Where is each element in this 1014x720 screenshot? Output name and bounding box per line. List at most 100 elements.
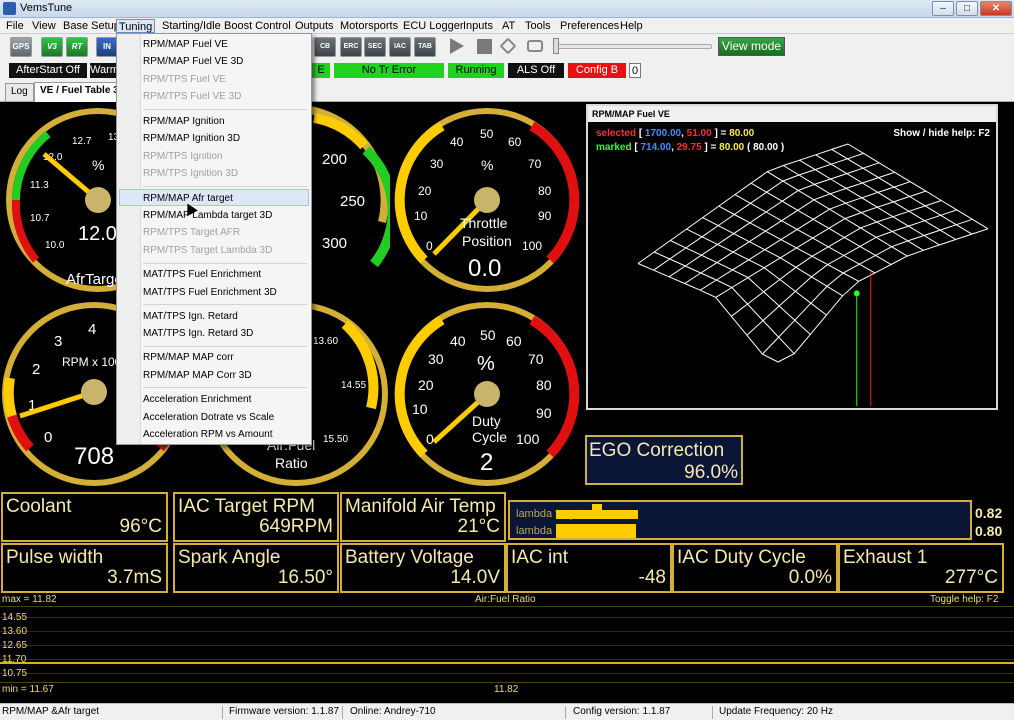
tick-label: 0 [426,239,433,253]
playback-slider[interactable] [556,44,712,49]
mat-label: Manifold Air Temp [345,496,496,517]
lambda-target-marker [592,504,602,510]
menu-item-rpm-tps-ignition-3d: RPM/TPS Ignition 3D [143,168,239,179]
status-divider [342,706,343,719]
tick-label: 70 [528,351,544,367]
minimize-button[interactable]: – [932,1,954,16]
graph-header: max = 11.82 Air:Fuel Ratio Toggle help: … [0,593,1014,607]
rt-button[interactable]: RT [66,37,88,57]
spark-angle-value: 16.50° [277,567,333,588]
tick-label: 60 [508,135,522,149]
tick-label: 90 [538,209,552,223]
gauge-title-line1: Duty [472,413,501,429]
needle-hub [474,187,500,213]
battery-voltage-box: Battery Voltage 14.0V [340,543,506,593]
menu-item-rpm-map-afr-target[interactable]: RPM/MAP Afr target [119,189,309,206]
stop-icon[interactable] [477,39,492,54]
lambda-bar-box: lambda target lambda [508,500,972,540]
menu-item-rpm-map-map-corr-3d[interactable]: RPM/MAP MAP Corr 3D [143,367,309,384]
tick-label: 4 [88,321,96,338]
cb-button[interactable]: CB [314,37,336,57]
menu-item-rpm-tps-target-afr: RPM/TPS Target AFR [143,227,241,238]
record-icon[interactable] [527,40,543,52]
afterstart-indicator: AfterStart Off [9,63,87,78]
tick-label: 15.50 [323,434,348,445]
menu-item-mat-tps-ign-retard-3d[interactable]: MAT/TPS Ign. Retard 3D [143,325,309,342]
tick-label: 30 [430,157,444,171]
menu-item-rpm-map-lambda-target-3d[interactable]: RPM/MAP Lambda target 3D [143,207,309,224]
menu-starting-idle[interactable]: Starting/Idle [162,19,221,33]
graph-footer: min = 11.67 11.82 [0,682,1014,696]
iac-button[interactable]: IAC [389,37,411,57]
mesh-row-line [762,218,973,355]
grid-line [0,645,1014,646]
menu-ecu-logger[interactable]: ECU Logger [403,19,464,33]
tab-log[interactable]: Log [5,83,34,101]
menu-view[interactable]: View [32,19,56,33]
menu-item-acceleration-dotrate[interactable]: Acceleration Dotrate vs Scale [143,409,309,426]
in-ecu-button[interactable]: IN ECU [96,37,118,69]
menu-base-setup[interactable]: Base Setup [63,19,120,33]
erc-button[interactable]: ERC [340,37,362,57]
coolant-value: 96°C [119,516,162,537]
menu-tuning[interactable]: Tuning [116,19,156,33]
iac-target-rpm-box: IAC Target RPM 649RPM [173,492,339,542]
ve-3d-mesh[interactable] [588,122,996,408]
gps-button[interactable]: GPS [10,37,32,57]
battery-value: 14.0V [450,567,500,588]
y-tick: 13.60 [2,626,28,637]
tab-ve-fuel-table[interactable]: VE / Fuel Table 3 [34,82,125,102]
sec-button[interactable]: SEC [364,37,386,57]
menu-item-rpm-map-ignition[interactable]: RPM/MAP Ignition [143,113,309,130]
v3-button[interactable]: V3 [41,37,63,57]
config-indicator: Config B [568,63,626,78]
menu-tools[interactable]: Tools [525,19,551,33]
spark-angle-box: Spark Angle 16.50° [173,543,339,593]
menu-item-rpm-map-fuel-ve-3d[interactable]: RPM/MAP Fuel VE 3D [143,53,309,70]
menu-item-acceleration-enrichment[interactable]: Acceleration Enrichment [143,391,309,408]
yellow-zone [3,377,17,418]
tick-label: 40 [450,135,464,149]
ego-label: EGO Correction [589,440,725,461]
menu-boost-control[interactable]: Boost Control [224,19,291,33]
status-config-version: Config version: 1.1.87 [573,706,671,717]
lambda-actual-value: 0.80 [975,523,1003,539]
ve-3d-panel[interactable]: RPM/MAP Fuel VE selected [ 1700.00, 51.0… [586,104,998,410]
menu-item-mat-tps-ign-retard[interactable]: MAT/TPS Ign. Retard [143,308,309,325]
afr-trace [0,662,1014,664]
menu-item-rpm-map-ignition-3d[interactable]: RPM/MAP Ignition 3D [143,130,309,147]
menu-item-mat-tps-fuel-enrichment[interactable]: MAT/TPS Fuel Enrichment [143,266,309,283]
menu-inputs[interactable]: Inputs [463,19,493,33]
lambda-actual-bar [556,524,636,538]
menu-file[interactable]: File [6,19,24,33]
running-indicator: Running On [448,63,504,91]
view-mode-button[interactable]: View mode [718,37,785,56]
menu-item-rpm-map-fuel-ve[interactable]: RPM/MAP Fuel VE [143,36,309,53]
menu-outputs[interactable]: Outputs [295,19,334,33]
iac-target-value: 649RPM [259,516,333,537]
menu-item-rpm-map-map-corr[interactable]: RPM/MAP MAP corr [143,349,309,366]
menu-bar: File View Base Setup Tuning Starting/Idl… [0,18,1014,34]
close-button[interactable]: ✕ [980,1,1012,16]
grid-line [0,673,1014,674]
tab-button[interactable]: TAB [414,37,436,57]
menu-help[interactable]: Help [620,19,643,33]
tick-label: 2 [32,361,40,378]
slider-thumb[interactable] [553,38,559,54]
menu-item-acceleration-rpm-amount[interactable]: Acceleration RPM vs Amount [143,426,309,443]
play-icon[interactable] [450,38,464,54]
tick-label: 50 [480,327,496,343]
tick-label: 30 [428,351,444,367]
menu-motorsports[interactable]: Motorsports [340,19,398,33]
pulse-width-label: Pulse width [6,547,104,568]
maximize-button[interactable]: □ [956,1,978,16]
menu-item-mat-tps-fuel-enrichment-3d[interactable]: MAT/TPS Fuel Enrichment 3D [143,284,309,301]
iac-duty-cycle-box: IAC Duty Cycle 0.0% [672,543,838,593]
menu-at[interactable]: AT [502,19,515,33]
menu-item-rpm-tps-target-lambda-3d: RPM/TPS Target Lambda 3D [143,245,273,256]
als-indicator: ALS Off [508,63,564,78]
tick-label: 20 [418,184,432,198]
yellow-zone [313,113,368,150]
menu-preferences[interactable]: Preferences [560,19,619,33]
tuning-dropdown-menu: RPM/MAP Fuel VE RPM/MAP Fuel VE 3D RPM/T… [116,33,312,445]
